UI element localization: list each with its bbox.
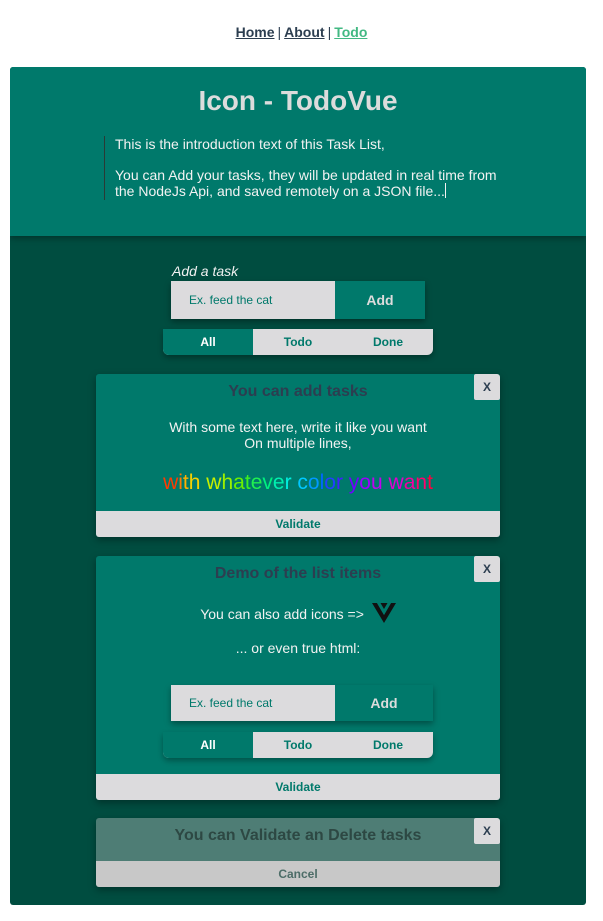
intro-text: This is the introduction text of this Ta…	[104, 136, 511, 200]
rainbow-letter: n	[415, 471, 428, 494]
rainbow-letter: w	[388, 471, 404, 494]
task-card: Demo of the list items X You can also ad…	[96, 556, 500, 800]
intro-line-1: This is the introduction text of this Ta…	[115, 136, 385, 152]
task-text-line-1: You can also add icons =>	[200, 606, 364, 622]
embedded-add-form: Add	[171, 685, 433, 721]
task-text-line-1: With some text here, write it like you w…	[169, 419, 427, 435]
rainbow-letter: a	[233, 471, 245, 494]
nav-separator: |	[277, 24, 282, 40]
nav-separator: |	[327, 24, 332, 40]
filter-tabs: All Todo Done	[163, 329, 433, 355]
rainbow-letter: e	[272, 471, 285, 494]
cancel-task-button[interactable]: Cancel	[96, 861, 500, 887]
embedded-filter-todo-tab[interactable]: Todo	[253, 732, 343, 758]
filter-all-tab[interactable]: All	[163, 329, 253, 355]
add-task-label: Add a task	[172, 263, 239, 279]
nav-todo-link[interactable]: Todo	[334, 24, 367, 40]
rainbow-letter: u	[370, 471, 383, 494]
intro-line-2: You can Add your tasks, they will be upd…	[115, 167, 511, 199]
embedded-filter-all-tab[interactable]: All	[163, 732, 253, 758]
task-text-line-2: On multiple lines,	[244, 435, 352, 451]
nav-home-link[interactable]: Home	[236, 24, 275, 40]
rainbow-letter: t	[427, 471, 433, 494]
task-description: With some text here, write it like you w…	[96, 419, 500, 451]
header-panel: Icon - TodoVue This is the introduction …	[10, 67, 586, 236]
validate-task-button[interactable]: Validate	[96, 511, 500, 537]
delete-task-button[interactable]: X	[474, 374, 500, 400]
rainbow-letter: h	[188, 471, 201, 494]
filter-done-tab[interactable]: Done	[343, 329, 433, 355]
embedded-task-input[interactable]	[171, 685, 335, 721]
task-description: You can also add icons =>	[96, 603, 500, 623]
embedded-filter-done-tab[interactable]: Done	[343, 732, 433, 758]
task-text-line-2: ... or even true html:	[235, 640, 361, 656]
add-task-form: Add	[171, 281, 425, 319]
task-card: You can add tasks X With some text here,…	[96, 374, 500, 537]
embedded-add-button[interactable]: Add	[335, 685, 433, 721]
delete-task-button[interactable]: X	[474, 818, 500, 844]
rainbow-letter: o	[324, 471, 336, 494]
rainbow-text: with whatever color you want	[96, 471, 500, 495]
nav-about-link[interactable]: About	[284, 24, 324, 40]
task-title: You can add tasks	[228, 383, 368, 400]
task-title: Demo of the list items	[214, 565, 382, 582]
rainbow-letter: v	[262, 471, 273, 494]
task-card-done: You can Validate an Delete tasks X Cance…	[96, 818, 500, 887]
text-caret	[444, 183, 446, 198]
embedded-filter-tabs: All Todo Done	[163, 732, 433, 758]
rainbow-letter: r	[335, 471, 343, 494]
rainbow-letter: h	[221, 471, 234, 494]
vue-logo-icon	[371, 603, 396, 623]
rainbow-letter: c	[297, 471, 308, 494]
rainbow-letter: w	[163, 471, 179, 494]
todo-app: Icon - TodoVue This is the introduction …	[10, 67, 586, 905]
rainbow-letter: e	[250, 471, 263, 494]
delete-task-button[interactable]: X	[474, 556, 500, 582]
page-title: Icon - TodoVue	[198, 85, 398, 116]
validate-task-button[interactable]: Validate	[96, 774, 500, 800]
intro-line-2-text: You can Add your tasks, they will be upd…	[115, 167, 497, 199]
task-title: You can Validate an Delete tasks	[174, 827, 422, 844]
rainbow-letter: y	[348, 471, 360, 494]
rainbow-letter: a	[403, 471, 416, 494]
rainbow-letter: o	[307, 471, 320, 494]
rainbow-letter: w	[206, 471, 222, 494]
rainbow-letter: o	[359, 471, 371, 494]
add-task-input[interactable]	[171, 281, 335, 319]
filter-todo-tab[interactable]: Todo	[253, 329, 343, 355]
top-nav: Home | About | Todo	[0, 24, 603, 40]
rainbow-letter: r	[284, 471, 292, 494]
add-task-button[interactable]: Add	[335, 281, 425, 319]
